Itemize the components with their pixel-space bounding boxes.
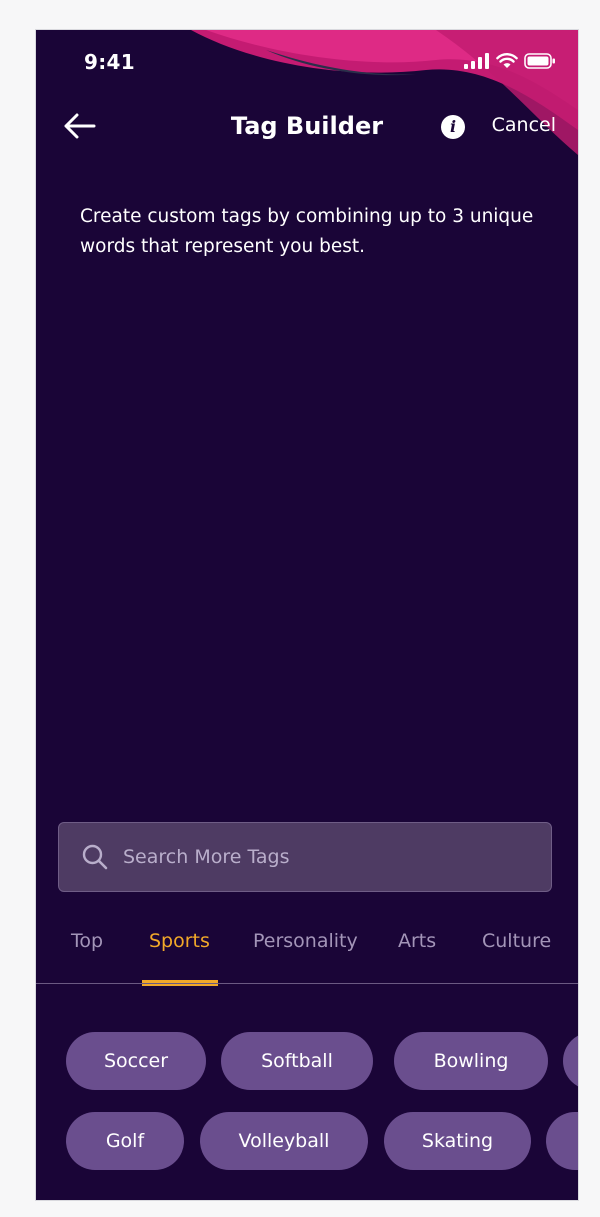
info-button[interactable]: i [441,115,465,139]
battery-icon [524,53,555,69]
search-placeholder: Search More Tags [123,846,290,868]
description-text: Create custom tags by combining up to 3 … [80,206,534,257]
signal-icon [464,53,489,69]
tab-top[interactable]: Top [71,930,103,952]
tag-chip-bowling[interactable]: Bowling [394,1032,548,1090]
tag-chip-softball[interactable]: Softball [221,1032,373,1090]
tag-chip-skating[interactable]: Skating [384,1112,531,1170]
tag-chip-volleyball[interactable]: Volleyball [200,1112,368,1170]
cancel-button[interactable]: Cancel [492,114,556,136]
status-icons [464,53,556,69]
tabs-divider [36,983,578,984]
tag-chip-golf[interactable]: Golf [66,1112,184,1170]
search-input[interactable]: Search More Tags [58,822,552,892]
tab-culture[interactable]: Culture [482,930,551,952]
status-time: 9:41 [84,50,135,74]
tag-chip-soccer[interactable]: Soccer [66,1032,206,1090]
search-icon [82,844,108,870]
tab-sports[interactable]: Sports [149,930,210,952]
tag-chip-partial[interactable] [546,1112,578,1170]
tab-arts[interactable]: Arts [398,930,436,952]
nav-bar: Tag Builder i Cancel [36,102,578,150]
status-bar: 9:41 [36,30,578,94]
tag-chip-partial[interactable] [563,1032,578,1090]
wifi-icon [496,53,518,68]
phone-screen: 9:41 Tag Builder i Cancel Create custom … [36,30,578,1200]
tab-personality[interactable]: Personality [253,930,358,952]
category-tabs: Top Sports Personality Arts Culture [36,920,578,986]
